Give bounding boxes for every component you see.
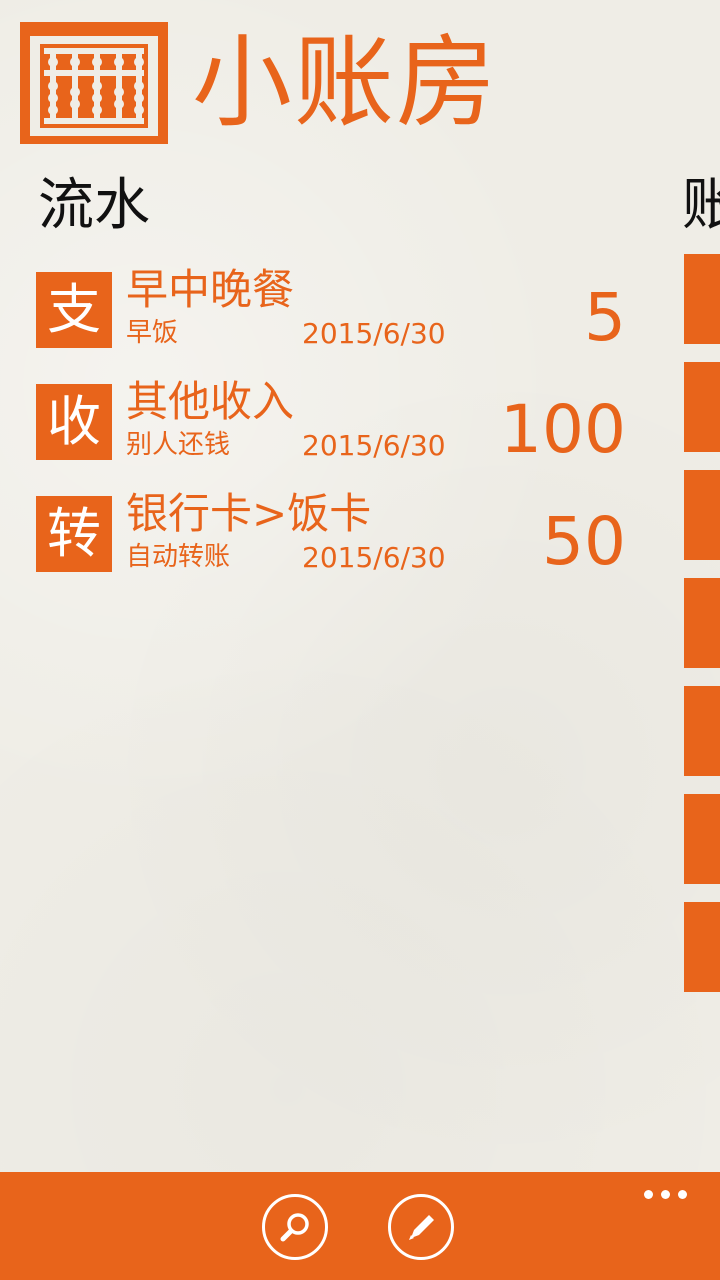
search-button[interactable]: [262, 1194, 328, 1260]
edit-button[interactable]: [388, 1194, 454, 1260]
transaction-note: 早饭: [126, 318, 179, 348]
pivot-header-flow[interactable]: 流水: [38, 168, 150, 244]
transaction-amount: 100: [500, 391, 626, 468]
pivot-header-next[interactable]: 账: [682, 168, 720, 244]
account-tile[interactable]: [684, 794, 720, 884]
next-pivot-tiles: [684, 254, 720, 1010]
account-tile[interactable]: [684, 578, 720, 668]
transaction-item[interactable]: 转 银行卡>饭卡 自动转账 2015/6/30 50: [36, 482, 636, 594]
transaction-item[interactable]: 收 其他收入 别人还钱 2015/6/30 100: [36, 370, 636, 482]
transaction-category: 早中晚餐: [126, 265, 295, 314]
transaction-category: 银行卡>饭卡: [126, 489, 372, 538]
account-tile[interactable]: [684, 254, 720, 344]
transaction-note: 别人还钱: [126, 430, 231, 460]
transaction-date: 2015/6/30: [302, 541, 446, 574]
transaction-note: 自动转账: [126, 542, 231, 572]
transaction-amount: 50: [542, 503, 626, 580]
app-title: 小账房: [192, 24, 498, 141]
ellipsis-icon[interactable]: [644, 1188, 688, 1200]
account-tile[interactable]: [684, 686, 720, 776]
edit-icon: [409, 1215, 434, 1240]
search-icon: [280, 1213, 309, 1242]
transaction-list: 支 早中晚餐 早饭 2015/6/30 5 收 其他收入 别人还钱 2015/6…: [36, 258, 636, 594]
transaction-type-badge: 收: [36, 384, 112, 460]
transaction-date: 2015/6/30: [302, 317, 446, 350]
transaction-item[interactable]: 支 早中晚餐 早饭 2015/6/30 5: [36, 258, 636, 370]
abacus-logo-icon: [20, 22, 168, 144]
account-tile[interactable]: [684, 470, 720, 560]
transaction-type-badge: 支: [36, 272, 112, 348]
transaction-type-badge: 转: [36, 496, 112, 572]
account-tile[interactable]: [684, 902, 720, 992]
app-bar: [0, 1172, 720, 1280]
transaction-category: 其他收入: [126, 377, 295, 426]
account-tile[interactable]: [684, 362, 720, 452]
transaction-date: 2015/6/30: [302, 429, 446, 462]
transaction-amount: 5: [584, 279, 626, 356]
